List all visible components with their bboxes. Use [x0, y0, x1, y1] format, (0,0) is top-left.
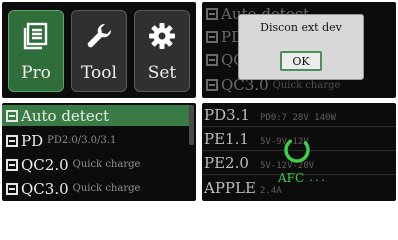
main-menu-screen: Pro Tool Set	[2, 2, 196, 98]
disconnect-dialog: Discon ext dev OK	[238, 14, 364, 80]
detect-screen: PD3.1 PD0:7 28V 140W PE1.1 5V-9V-12V PE2…	[202, 103, 396, 201]
gear-icon	[135, 21, 189, 51]
status-dots: ...	[308, 173, 327, 184]
checkbox-icon	[6, 182, 18, 195]
tool-label: Tool	[81, 63, 117, 83]
checkbox-icon	[6, 109, 18, 122]
divider	[202, 126, 396, 127]
list-item-qc3[interactable]: QC3.0 Quick charge	[2, 178, 190, 199]
status-text: AFC	[278, 171, 305, 185]
pro-label: Pro	[21, 63, 51, 83]
dialog-title: Discon ext dev	[260, 21, 342, 34]
checkbox-icon	[6, 134, 18, 147]
list-item-pd[interactable]: PD PD2.0/3.0/3.1	[2, 130, 190, 151]
protocol-list-screen: Auto detect PD PD2.0/3.0/3.1 QC2.0 Quick…	[2, 103, 196, 201]
pro-tile[interactable]: Pro	[8, 10, 64, 92]
list-item-auto-detect[interactable]: Auto detect	[2, 105, 190, 126]
checkbox-icon	[206, 8, 218, 20]
set-tile[interactable]: Set	[134, 10, 190, 92]
loading-spinner-icon	[284, 137, 310, 163]
checkbox-icon	[206, 79, 218, 91]
list-icon	[9, 21, 63, 51]
ok-button[interactable]: OK	[280, 51, 322, 71]
checkbox-icon	[206, 31, 218, 43]
checkbox-icon	[206, 54, 218, 66]
wrench-icon	[72, 21, 126, 51]
tool-tile[interactable]: Tool	[71, 10, 127, 92]
list-item: PD3.1 PD0:7 28V 140W	[204, 106, 336, 124]
scrollbar[interactable]	[189, 105, 194, 145]
set-label: Set	[147, 63, 177, 83]
checkbox-icon	[6, 158, 18, 171]
list-item-qc2[interactable]: QC2.0 Quick charge	[2, 154, 190, 175]
disconnect-dialog-screen: Auto detect PD QC2.0 QC3.0 Quick charge …	[202, 2, 396, 98]
